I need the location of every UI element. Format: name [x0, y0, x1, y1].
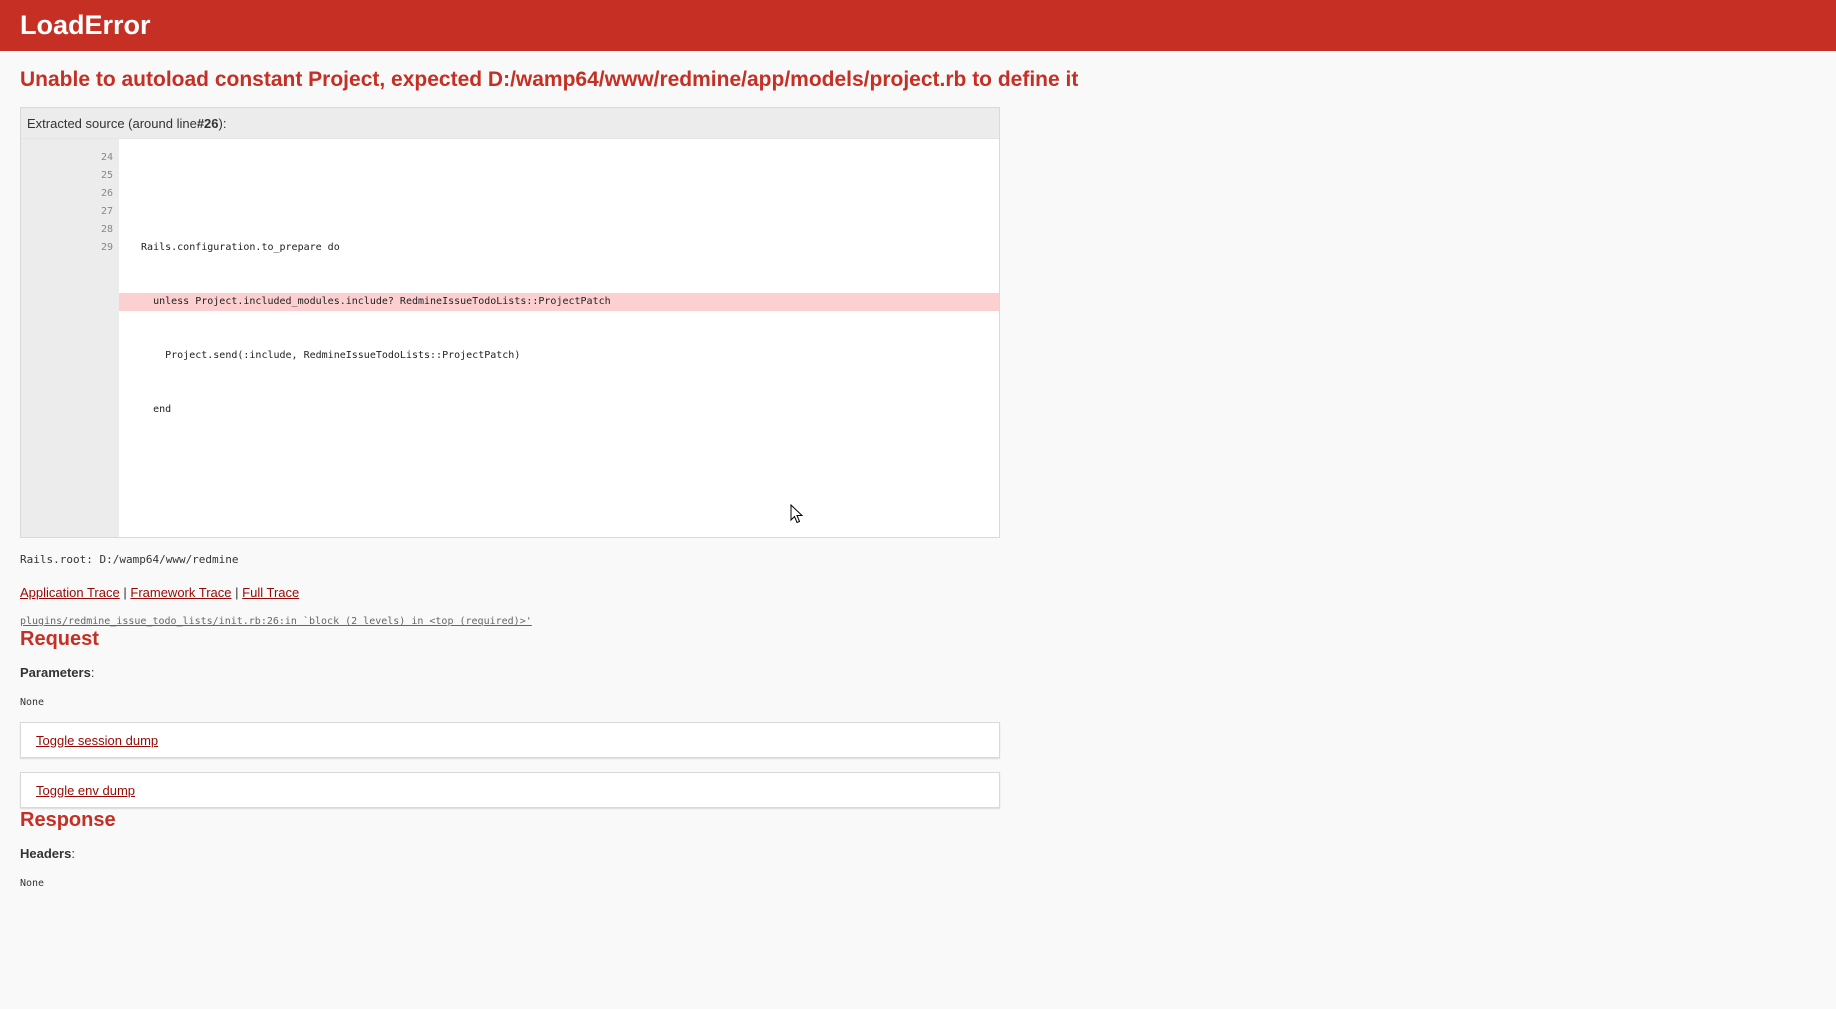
full-trace-link[interactable]: Full Trace — [242, 585, 299, 600]
source-code-block: 24 25 26 27 28 29 ​ Rails.configuration.… — [21, 139, 999, 537]
code-line: ​ — [119, 185, 999, 203]
code-line: ​ — [119, 455, 999, 473]
request-title: Request — [20, 628, 99, 650]
rails-root: Rails.root: D:/wamp64/www/redmine — [20, 553, 239, 566]
toggle-env-dump-link[interactable]: Toggle env dump — [36, 783, 135, 798]
code-line: end — [129, 404, 172, 415]
framework-trace-link[interactable]: Framework Trace — [130, 585, 231, 600]
source-info-suffix: ): — [218, 115, 227, 131]
extracted-source-panel: Extracted source (around line #26): 24 2… — [20, 107, 1000, 538]
code-line-highlighted: unless Project.included_modules.include?… — [119, 293, 999, 311]
trace-frame-link[interactable]: plugins/redmine_issue_todo_lists/init.rb… — [20, 616, 532, 627]
line-number: 25 — [100, 170, 113, 181]
source-info: Extracted source (around line #26): — [21, 108, 999, 139]
line-number: 24 — [100, 152, 113, 163]
session-dump-box: Toggle session dump — [20, 722, 1000, 758]
line-number: 27 — [100, 206, 113, 217]
code-line: Project.send(:include, RedmineIssueTodoL… — [129, 350, 521, 361]
trace-links: Application Trace | Framework Trace | Fu… — [20, 585, 1816, 600]
code-line: Rails.configuration.to_prepare do — [129, 242, 340, 253]
parameters-value: None — [20, 697, 45, 708]
line-number: 26 — [100, 188, 113, 199]
env-dump-box: Toggle env dump — [20, 772, 1000, 808]
trace-frame: plugins/redmine_issue_todo_lists/init.rb… — [20, 616, 1816, 627]
application-trace-link[interactable]: Application Trace — [20, 585, 120, 600]
error-message: Unable to autoload constant Project, exp… — [20, 68, 1079, 91]
response-title: Response — [20, 809, 116, 831]
headers-label: Headers — [20, 846, 72, 861]
trace-separator: | — [123, 585, 127, 600]
parameters-label-line: Parameters: — [20, 665, 95, 680]
source-code: ​ Rails.configuration.to_prepare do unle… — [119, 139, 999, 537]
source-info-prefix: Extracted source (around line — [27, 115, 197, 131]
trace-separator: | — [235, 585, 239, 600]
line-numbers: 24 25 26 27 28 29 — [21, 139, 119, 537]
line-number: 28 — [100, 224, 113, 235]
source-info-line: #26 — [196, 115, 219, 131]
error-class-title: LoadError — [20, 10, 151, 40]
error-header: LoadError — [0, 0, 1836, 51]
mouse-cursor-icon — [790, 504, 804, 524]
headers-value: None — [20, 878, 45, 889]
line-number: 29 — [100, 242, 113, 253]
main-content: Unable to autoload constant Project, exp… — [0, 51, 1836, 889]
toggle-session-dump-link[interactable]: Toggle session dump — [36, 733, 158, 748]
headers-label-line: Headers: — [20, 846, 75, 861]
parameters-label: Parameters — [20, 665, 91, 680]
